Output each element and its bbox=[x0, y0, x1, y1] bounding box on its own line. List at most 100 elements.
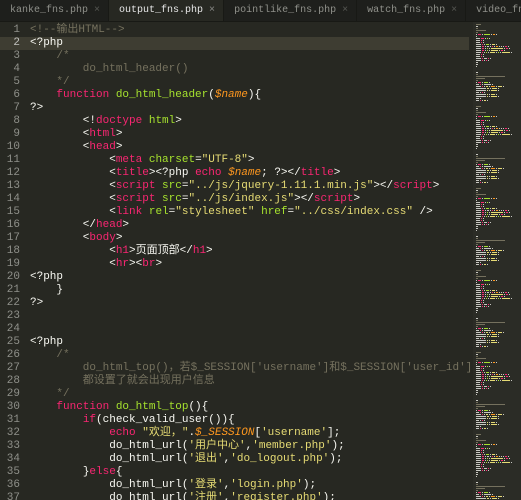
minimap-seg bbox=[476, 404, 505, 405]
minimap-line bbox=[476, 116, 518, 117]
minimap-seg bbox=[506, 458, 508, 459]
token bbox=[142, 206, 149, 218]
minimap-line bbox=[476, 472, 518, 473]
code-line[interactable]: <html> bbox=[30, 128, 469, 141]
code-line[interactable]: <meta charset="UTF-8"> bbox=[30, 154, 469, 167]
minimap-seg bbox=[478, 164, 481, 165]
code-line[interactable]: ?> bbox=[30, 102, 469, 115]
code-area[interactable]: <!--输出HTML--><?php /* do_html_header() *… bbox=[26, 22, 473, 500]
code-line[interactable]: <link rel="stylesheet" href="../css/inde… bbox=[30, 206, 469, 219]
code-line[interactable]: do_html_url('退出','do_logout.php'); bbox=[30, 453, 469, 466]
code-line[interactable]: do_html_url('用户中心','member.php'); bbox=[30, 440, 469, 453]
code-line[interactable]: } bbox=[30, 284, 469, 297]
minimap-line bbox=[476, 370, 518, 371]
code-line[interactable]: if(check_valid_user()){ bbox=[30, 414, 469, 427]
close-icon[interactable]: × bbox=[451, 5, 457, 16]
minimap-seg bbox=[489, 418, 490, 419]
line-number: 4 bbox=[2, 63, 20, 76]
minimap-seg bbox=[482, 198, 483, 199]
minimap-seg bbox=[482, 182, 483, 183]
code-line[interactable] bbox=[30, 323, 469, 336]
minimap-seg bbox=[485, 376, 486, 377]
minimap-seg bbox=[476, 120, 480, 121]
minimap-seg bbox=[498, 178, 499, 179]
code-line[interactable]: <?php bbox=[30, 336, 469, 349]
code-line[interactable]: /* bbox=[30, 349, 469, 362]
code-line[interactable]: /* bbox=[30, 50, 469, 63]
minimap-seg bbox=[482, 224, 483, 225]
code-line[interactable]: </head> bbox=[30, 219, 469, 232]
code-line[interactable]: function do_html_header($name){ bbox=[30, 89, 469, 102]
close-icon[interactable]: × bbox=[342, 5, 348, 16]
code-line[interactable]: */ bbox=[30, 388, 469, 401]
code-line[interactable]: <?php bbox=[26, 37, 469, 50]
code-line[interactable]: <hr><br> bbox=[30, 258, 469, 271]
code-line[interactable]: <!doctype html> bbox=[30, 115, 469, 128]
minimap-line bbox=[476, 132, 518, 133]
minimap-seg bbox=[499, 132, 500, 133]
code-line[interactable]: 都设置了就会出现用户信息 bbox=[30, 375, 469, 388]
line-number-gutter[interactable]: 1234567891011121314151617181920212223242… bbox=[0, 22, 26, 500]
minimap-seg bbox=[490, 58, 491, 59]
code-line[interactable]: <h1>页面顶部</h1> bbox=[30, 245, 469, 258]
minimap-line bbox=[476, 400, 518, 401]
code-line[interactable]: do_html_top()，若$_SESSION['username']和$_S… bbox=[30, 362, 469, 375]
token bbox=[109, 401, 116, 413]
token: ></ bbox=[294, 193, 314, 205]
minimap-seg bbox=[483, 300, 484, 301]
minimap-line bbox=[476, 128, 518, 129]
minimap-seg bbox=[482, 52, 483, 53]
minimap-seg bbox=[496, 216, 497, 217]
code-line[interactable] bbox=[30, 310, 469, 323]
code-line[interactable]: <script src="../js/index.js"></script> bbox=[30, 193, 469, 206]
minimap-seg bbox=[482, 60, 483, 61]
minimap-seg bbox=[481, 450, 482, 451]
minimap-seg bbox=[491, 424, 497, 425]
minimap-seg bbox=[498, 332, 502, 333]
code-line[interactable]: <head> bbox=[30, 141, 469, 154]
tab-kanke-fns-php[interactable]: kanke_fns.php× bbox=[0, 0, 109, 21]
minimap-line bbox=[476, 194, 518, 195]
minimap-seg bbox=[502, 134, 510, 135]
minimap-seg bbox=[496, 86, 497, 87]
minimap-seg bbox=[498, 88, 499, 89]
close-icon[interactable]: × bbox=[94, 5, 100, 16]
code-line[interactable]: echo "欢迎，".$_SESSION['username']; bbox=[30, 427, 469, 440]
token: "UTF-8" bbox=[202, 154, 248, 166]
code-line[interactable]: ?> bbox=[30, 297, 469, 310]
minimap-seg bbox=[486, 298, 487, 299]
tab-output-fns-php[interactable]: output_fns.php× bbox=[109, 0, 224, 21]
minimap-seg bbox=[486, 44, 489, 45]
code-line[interactable]: <script src="../js/jquery-1.11.1.min.js"… bbox=[30, 180, 469, 193]
minimap-seg bbox=[511, 380, 512, 381]
minimap-seg bbox=[492, 166, 493, 167]
code-line[interactable]: function do_html_top(){ bbox=[30, 401, 469, 414]
code-line[interactable]: do_html_url('注册','register.php'); bbox=[30, 492, 469, 500]
code-line[interactable]: <!--输出HTML--> bbox=[30, 24, 469, 37]
minimap-seg bbox=[503, 456, 504, 457]
minimap-seg bbox=[484, 332, 485, 333]
code-line[interactable]: do_html_url('登录','login.php'); bbox=[30, 479, 469, 492]
minimap-seg bbox=[491, 48, 503, 49]
code-line[interactable]: */ bbox=[30, 76, 469, 89]
tab-pointlike-fns-php[interactable]: pointlike_fns.php× bbox=[224, 0, 357, 21]
code-line[interactable]: }else{ bbox=[30, 466, 469, 479]
code-line[interactable]: do_html_header() bbox=[30, 63, 469, 76]
close-icon[interactable]: × bbox=[209, 5, 215, 16]
minimap-seg bbox=[487, 214, 488, 215]
minimap-line bbox=[476, 180, 518, 181]
minimap-seg bbox=[487, 294, 488, 295]
code-line[interactable]: <body> bbox=[30, 232, 469, 245]
minimap-line bbox=[476, 162, 518, 163]
minimap-seg bbox=[480, 412, 481, 413]
tab-watch-fns-php[interactable]: watch_fns.php× bbox=[357, 0, 466, 21]
code-line[interactable]: <?php bbox=[30, 271, 469, 284]
minimap-seg bbox=[504, 376, 505, 377]
minimap-seg bbox=[502, 216, 510, 217]
token: do_html_header() bbox=[30, 63, 188, 75]
tab-video-fns-php[interactable]: video_fns.php× bbox=[466, 0, 521, 21]
minimap-line bbox=[476, 222, 518, 223]
code-line[interactable]: <title><?php echo $name; ?></title> bbox=[30, 167, 469, 180]
minimap-seg bbox=[492, 334, 497, 335]
minimap[interactable] bbox=[473, 22, 521, 500]
